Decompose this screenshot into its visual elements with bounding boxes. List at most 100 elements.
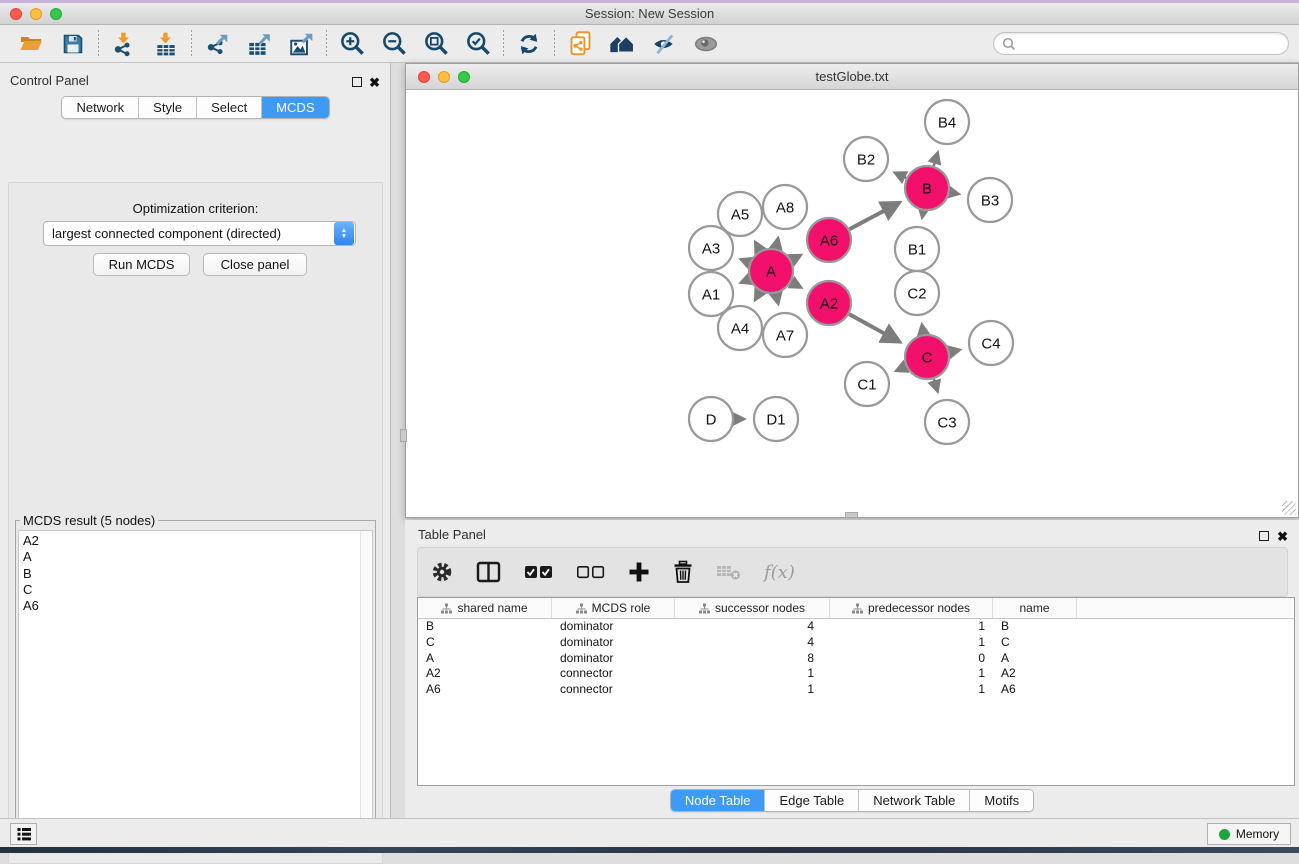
graph-node-D[interactable]: D bbox=[689, 397, 733, 441]
delete-table-button[interactable] bbox=[716, 555, 742, 589]
table-cell[interactable]: A2 bbox=[418, 666, 552, 682]
table-cell[interactable]: 1 bbox=[675, 666, 830, 682]
tab-motifs[interactable]: Motifs bbox=[970, 790, 1033, 811]
table-cell[interactable]: dominator bbox=[552, 651, 675, 667]
open-session-button[interactable] bbox=[10, 28, 52, 60]
graph-node-C1[interactable]: C1 bbox=[845, 362, 889, 406]
zoom-network-button[interactable] bbox=[458, 71, 470, 83]
close-network-button[interactable] bbox=[418, 71, 430, 83]
duplicate-network-button[interactable] bbox=[559, 28, 601, 60]
table-row[interactable]: A2connector11A2 bbox=[418, 666, 1294, 682]
minimize-network-button[interactable] bbox=[438, 71, 450, 83]
table-cell[interactable]: 1 bbox=[675, 682, 830, 698]
graph-node-B4[interactable]: B4 bbox=[925, 100, 969, 144]
delete-columns-button[interactable] bbox=[672, 555, 694, 589]
zoom-window-button[interactable] bbox=[50, 8, 62, 20]
result-scrollbar[interactable] bbox=[360, 531, 372, 849]
table-row[interactable]: Bdominator41B bbox=[418, 619, 1294, 635]
table-row[interactable]: A6connector11A6 bbox=[418, 682, 1294, 698]
save-session-button[interactable] bbox=[52, 28, 94, 60]
graph-node-A4[interactable]: A4 bbox=[718, 306, 762, 350]
resize-grip[interactable] bbox=[1282, 501, 1296, 515]
close-panel-button-mcds[interactable]: Close panel bbox=[203, 253, 307, 276]
table-settings-button[interactable] bbox=[430, 555, 454, 589]
table-cell[interactable]: A6 bbox=[418, 682, 552, 698]
table-cell[interactable]: B bbox=[418, 619, 552, 635]
table-cell[interactable]: A bbox=[418, 651, 552, 667]
graph-edge-A-A7[interactable] bbox=[776, 293, 778, 303]
graph-node-C4[interactable]: C4 bbox=[969, 321, 1013, 365]
refresh-button[interactable] bbox=[508, 28, 550, 60]
graph-node-D1[interactable]: D1 bbox=[754, 397, 798, 441]
table-cell[interactable]: connector bbox=[552, 666, 675, 682]
table-cell[interactable]: A6 bbox=[993, 682, 1077, 698]
mcds-result-item[interactable]: B bbox=[23, 566, 372, 582]
tab-select[interactable]: Select bbox=[197, 97, 262, 118]
export-table-button[interactable] bbox=[238, 28, 280, 60]
graph-edge-B-B2[interactable] bbox=[895, 173, 906, 178]
graph-node-A8[interactable]: A8 bbox=[763, 185, 807, 229]
table-cell[interactable]: 1 bbox=[830, 635, 993, 651]
table-cell[interactable]: B bbox=[993, 619, 1077, 635]
graph-node-C3[interactable]: C3 bbox=[925, 400, 969, 444]
tab-mcds[interactable]: MCDS bbox=[262, 97, 328, 118]
close-panel-button[interactable]: ✖ bbox=[369, 74, 380, 92]
table-cell[interactable]: dominator bbox=[552, 619, 675, 635]
table-cell[interactable]: 1 bbox=[830, 619, 993, 635]
splitter-handle-horizontal[interactable] bbox=[845, 512, 858, 518]
table-row[interactable]: Adominator80A bbox=[418, 651, 1294, 667]
mcds-result-item[interactable]: A bbox=[23, 549, 372, 565]
search-input[interactable] bbox=[1017, 36, 1267, 52]
graph-node-B[interactable]: B bbox=[905, 166, 949, 210]
graph-edge-B-B3[interactable] bbox=[950, 192, 959, 194]
splitter-handle-vertical[interactable] bbox=[400, 429, 407, 442]
minimize-window-button[interactable] bbox=[30, 8, 42, 20]
memory-button[interactable]: Memory bbox=[1207, 823, 1291, 845]
close-table-panel-button[interactable]: ✖ bbox=[1277, 528, 1288, 546]
show-all-columns-button[interactable] bbox=[524, 555, 554, 589]
graph-edge-A-A5[interactable] bbox=[755, 242, 760, 251]
zoom-selected-button[interactable] bbox=[457, 28, 499, 60]
mcds-result-list[interactable]: A2ABCA6 bbox=[18, 530, 373, 850]
float-panel-button[interactable] bbox=[352, 74, 362, 92]
mcds-result-item[interactable]: A6 bbox=[23, 598, 372, 614]
graph-node-B3[interactable]: B3 bbox=[968, 178, 1012, 222]
graph-node-A2[interactable]: A2 bbox=[807, 281, 851, 325]
table-cell[interactable]: C bbox=[418, 635, 552, 651]
zoom-out-button[interactable] bbox=[373, 28, 415, 60]
table-cell[interactable]: 8 bbox=[675, 651, 830, 667]
graph-node-A3[interactable]: A3 bbox=[689, 226, 733, 270]
column-header-MCDS-role[interactable]: MCDS role bbox=[552, 598, 675, 618]
column-header-shared-name[interactable]: shared name bbox=[418, 598, 552, 618]
tab-node-table[interactable]: Node Table bbox=[671, 790, 766, 811]
table-cell[interactable]: A bbox=[993, 651, 1077, 667]
column-header-name[interactable]: name bbox=[993, 598, 1077, 618]
graph-node-A6[interactable]: A6 bbox=[807, 218, 851, 262]
split-panel-button[interactable] bbox=[476, 555, 502, 589]
zoom-in-button[interactable] bbox=[331, 28, 373, 60]
graph-edge-C-C4[interactable] bbox=[949, 350, 959, 352]
graph-edge-A-A2[interactable] bbox=[791, 282, 801, 287]
table-cell[interactable]: 0 bbox=[830, 651, 993, 667]
network-canvas[interactable]: B4B2BB3A8A5A6A3B1AC2A1A2A4A7C4CC1C3DD1 bbox=[406, 91, 1298, 517]
graph-edge-B-B1[interactable] bbox=[922, 211, 923, 218]
search-box[interactable] bbox=[993, 32, 1289, 55]
export-network-button[interactable] bbox=[196, 28, 238, 60]
home-views-button[interactable] bbox=[601, 28, 643, 60]
graph-edge-A-A6[interactable] bbox=[791, 255, 800, 260]
import-network-button[interactable] bbox=[103, 28, 145, 60]
hide-all-columns-button[interactable] bbox=[576, 555, 606, 589]
tab-network-table[interactable]: Network Table bbox=[859, 790, 970, 811]
float-table-panel-button[interactable] bbox=[1259, 528, 1269, 546]
graph-edge-A-A3[interactable] bbox=[741, 259, 750, 262]
task-history-button[interactable] bbox=[10, 823, 37, 845]
mcds-result-item[interactable]: A2 bbox=[23, 533, 372, 549]
graph-edge-C-C1[interactable] bbox=[896, 366, 906, 370]
network-window-titlebar[interactable]: testGlobe.txt bbox=[406, 64, 1298, 90]
table-cell[interactable]: A2 bbox=[993, 666, 1077, 682]
table-cell[interactable]: 1 bbox=[830, 666, 993, 682]
graph-node-A7[interactable]: A7 bbox=[763, 313, 807, 357]
hide-graphics-details-button[interactable] bbox=[643, 28, 685, 60]
graph-edge-A-A8[interactable] bbox=[776, 238, 778, 248]
zoom-fit-button[interactable] bbox=[415, 28, 457, 60]
